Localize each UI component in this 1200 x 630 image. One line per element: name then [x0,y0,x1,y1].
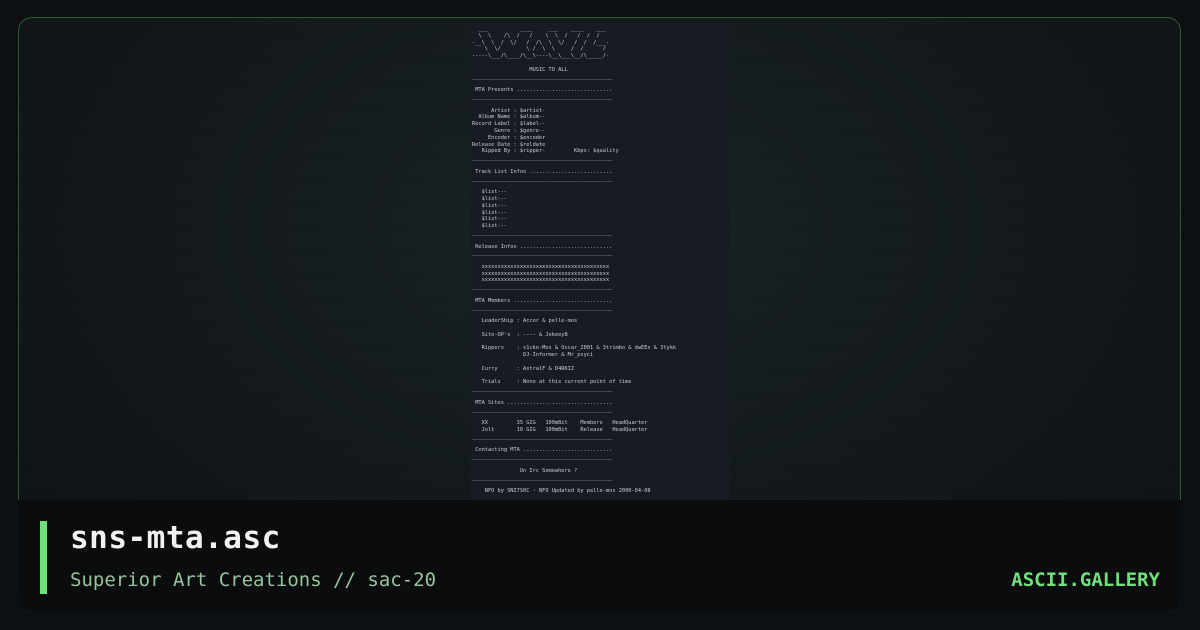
art-title: sns-mta.asc [70,520,281,556]
accent-stripe [40,521,47,594]
caption-bar [18,500,1181,612]
ascii-art-preview: ___ ____ ___ ____ ___ \ \ /\ / / \ \ / /… [470,24,730,504]
art-subtitle: Superior Art Creations // sac-20 [70,569,437,591]
ascii-art-text: ___ ____ ___ ____ ___ \ \ /\ / / \ \ / /… [472,26,677,495]
site-brand[interactable]: ASCII.GALLERY [1011,569,1160,591]
